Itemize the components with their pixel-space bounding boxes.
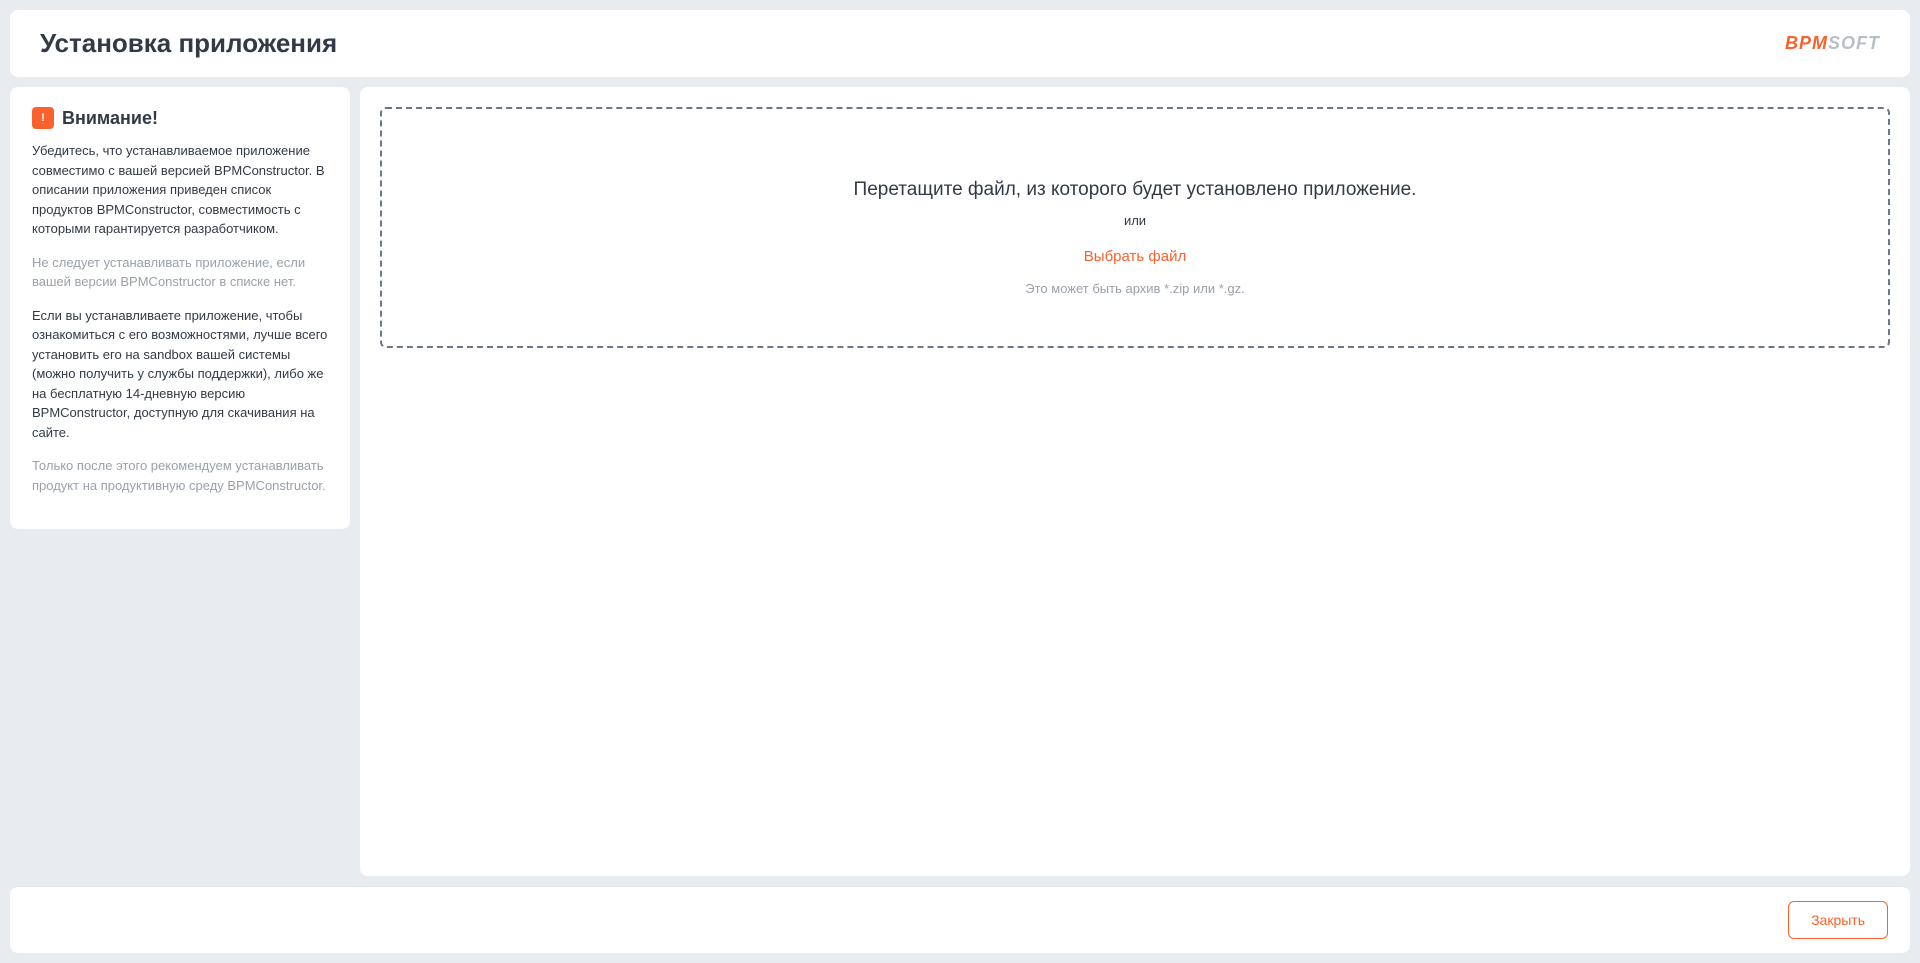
logo-bpm: BPM: [1785, 33, 1828, 53]
warning-icon: !: [32, 107, 54, 129]
sidebar-panel: ! Внимание! Убедитесь, что устанавливаем…: [10, 87, 350, 529]
close-button[interactable]: Закрыть: [1788, 901, 1888, 939]
dropzone-or-label: или: [402, 213, 1868, 228]
sidebar-paragraph: Убедитесь, что устанавливаемое приложени…: [32, 141, 328, 239]
dropzone-hint: Это может быть архив *.zip или *.gz.: [402, 281, 1868, 296]
content-row: ! Внимание! Убедитесь, что устанавливаем…: [10, 87, 1910, 876]
alert-title: Внимание!: [62, 108, 158, 129]
logo: BPMSOFT: [1785, 33, 1880, 54]
alert-heading: ! Внимание!: [32, 107, 328, 129]
app-wrapper: Установка приложения BPMSOFT ! Внимание!…: [10, 10, 1910, 953]
select-file-link[interactable]: Выбрать файл: [1084, 248, 1186, 265]
dropzone-title: Перетащите файл, из которого будет устан…: [402, 179, 1868, 201]
main-panel: Перетащите файл, из которого будет устан…: [360, 87, 1910, 876]
sidebar-paragraph: Только после этого рекомендуем устанавли…: [32, 456, 328, 495]
file-dropzone[interactable]: Перетащите файл, из которого будет устан…: [380, 107, 1890, 348]
sidebar-paragraph: Если вы устанавливаете приложение, чтобы…: [32, 306, 328, 443]
page-title: Установка приложения: [40, 28, 337, 59]
header-bar: Установка приложения BPMSOFT: [10, 10, 1910, 77]
footer-bar: Закрыть: [10, 886, 1910, 953]
sidebar-paragraph: Не следует устанавливать приложение, есл…: [32, 253, 328, 292]
logo-soft: SOFT: [1828, 33, 1880, 53]
